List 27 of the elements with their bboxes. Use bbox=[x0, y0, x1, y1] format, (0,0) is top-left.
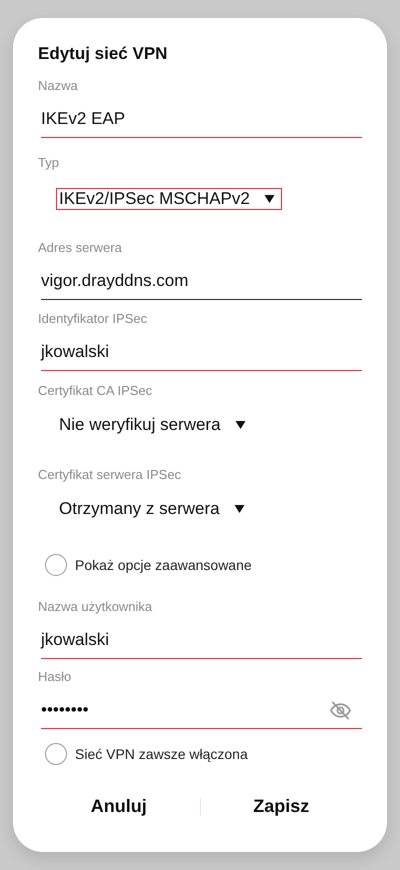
dropdown[interactable]: Nie weryfikuj serwera bbox=[56, 414, 253, 436]
caret-icon bbox=[234, 505, 245, 513]
field-label: Nazwa użytkownika bbox=[38, 599, 152, 615]
field-label: Typ bbox=[38, 155, 59, 171]
option-label: Sieć VPN zawsze włączona bbox=[75, 745, 248, 763]
field-label: Hasło bbox=[38, 669, 72, 685]
field-label: Nazwa bbox=[38, 78, 78, 94]
dialog-title: Edytuj sieć VPN bbox=[38, 43, 168, 65]
option-label: Pokaż opcje zaawansowane bbox=[75, 556, 252, 574]
field-label: Certyfikat CA IPSec bbox=[38, 383, 152, 399]
field-label: Adres serwera bbox=[38, 240, 122, 256]
eye-off-icon[interactable] bbox=[329, 698, 352, 722]
caret-icon bbox=[234, 421, 246, 429]
password-field[interactable]: •••••••• bbox=[41, 698, 362, 729]
input-field[interactable]: jkowalski bbox=[41, 340, 362, 371]
save-button[interactable]: Zapisz bbox=[200, 787, 362, 826]
radio-button[interactable] bbox=[45, 743, 67, 765]
radio-button[interactable] bbox=[45, 554, 67, 576]
cancel-button[interactable]: Anuluj bbox=[38, 787, 200, 826]
input-field[interactable]: jkowalski bbox=[41, 628, 362, 659]
caret-icon bbox=[264, 195, 275, 203]
input-field[interactable]: vigor.drayddns.com bbox=[41, 269, 362, 300]
field-label: Certyfikat serwera IPSec bbox=[38, 467, 182, 483]
field-label: Identyfikator IPSec bbox=[38, 311, 148, 327]
input-field[interactable]: IKEv2 EAP bbox=[41, 107, 362, 138]
dropdown[interactable]: IKEv2/IPSec MSCHAPv2 bbox=[56, 188, 282, 210]
dropdown[interactable]: Otrzymany z serwera bbox=[56, 498, 252, 520]
